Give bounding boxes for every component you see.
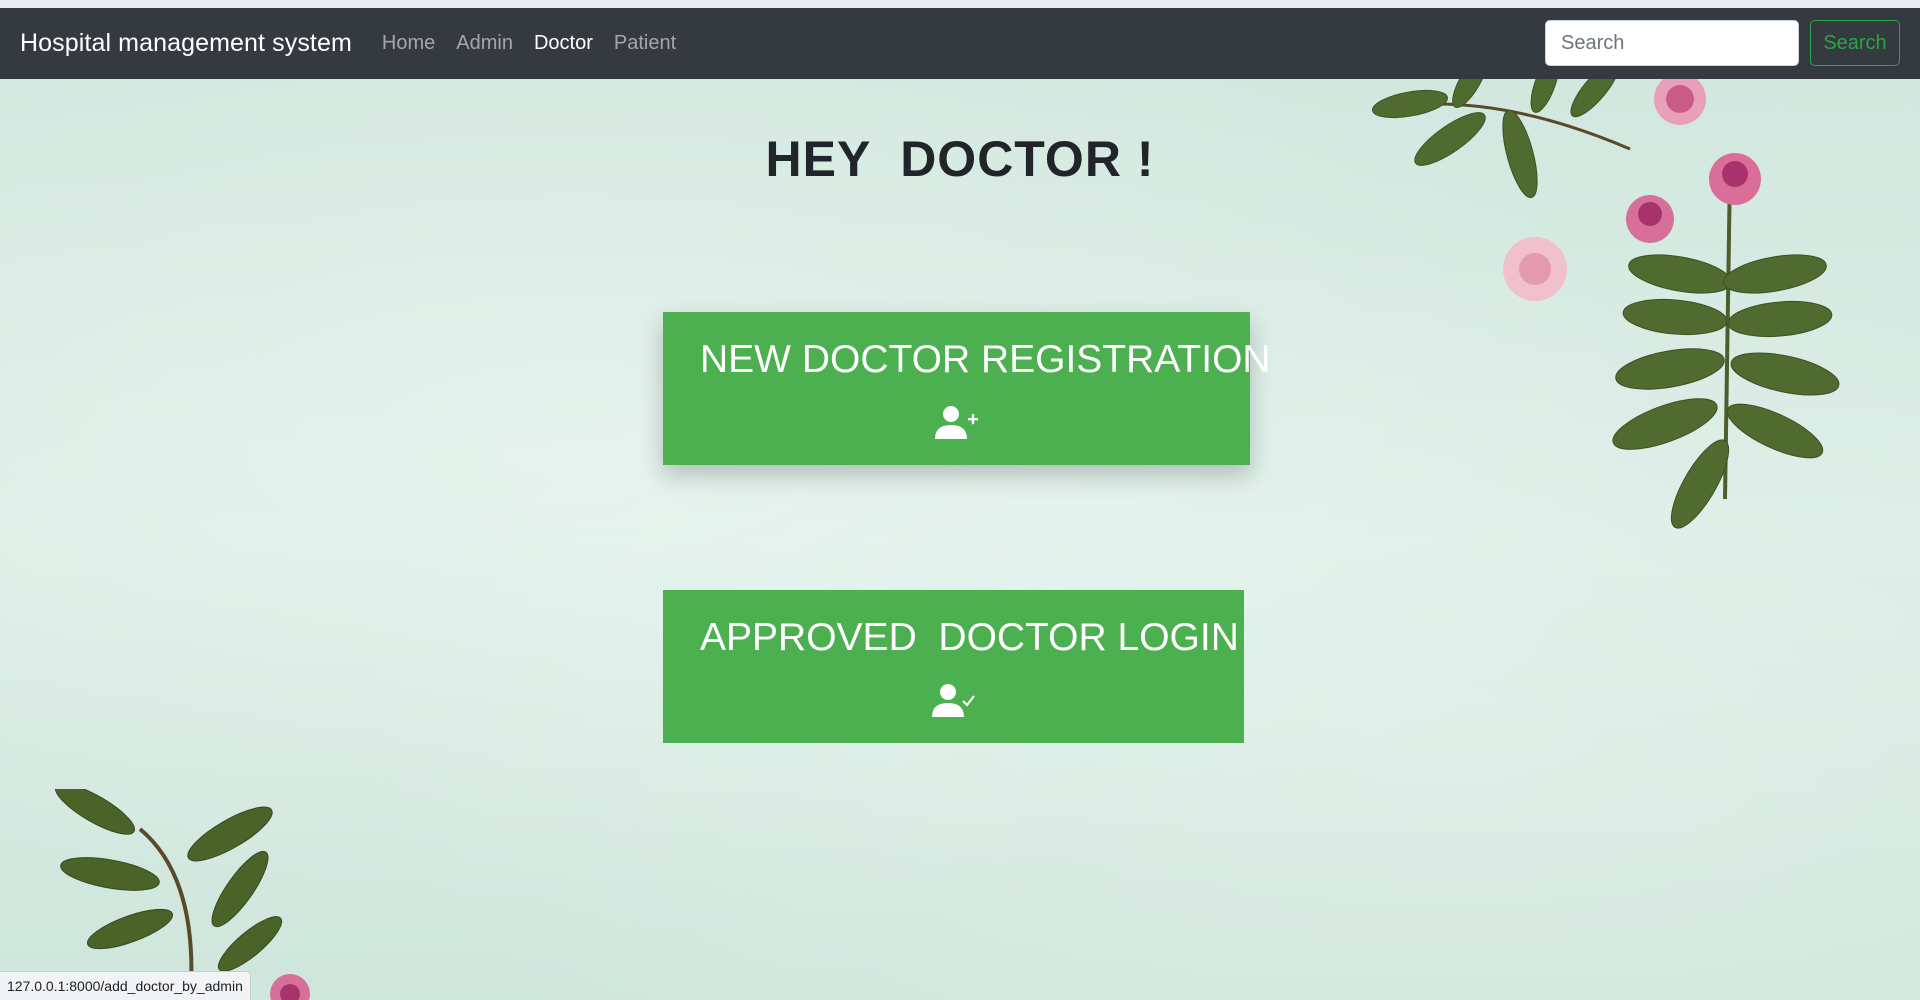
navbar: Hospital management system Home Admin Do…: [0, 8, 1920, 79]
nav-link-doctor[interactable]: Doctor: [534, 32, 593, 55]
nav-link-patient[interactable]: Patient: [614, 32, 676, 55]
card-title: APPROVED DOCTOR LOGIN: [700, 616, 1239, 659]
approved-doctor-login-card[interactable]: APPROVED DOCTOR LOGIN: [663, 590, 1244, 743]
search-form: Search: [1545, 20, 1900, 66]
page-heading: HEY DOCTOR !: [765, 131, 1155, 187]
search-input[interactable]: [1545, 20, 1799, 66]
nav-links: Home Admin Doctor Patient: [382, 32, 697, 55]
page-background: [0, 79, 1920, 1000]
browser-top-strip: [0, 0, 1920, 8]
search-button[interactable]: Search: [1810, 20, 1900, 66]
card-title: NEW DOCTOR REGISTRATION: [700, 338, 1271, 381]
user-plus-icon: [935, 406, 978, 439]
new-doctor-registration-card[interactable]: NEW DOCTOR REGISTRATION: [663, 312, 1271, 465]
user-check-icon: [932, 684, 975, 717]
browser-status-bar: 127.0.0.1:8000/add_doctor_by_admin: [0, 971, 251, 1000]
nav-link-home[interactable]: Home: [382, 32, 435, 55]
nav-link-admin[interactable]: Admin: [456, 32, 513, 55]
decorative-plant-bottom-left: [54, 789, 310, 1000]
navbar-brand[interactable]: Hospital management system: [20, 29, 352, 58]
